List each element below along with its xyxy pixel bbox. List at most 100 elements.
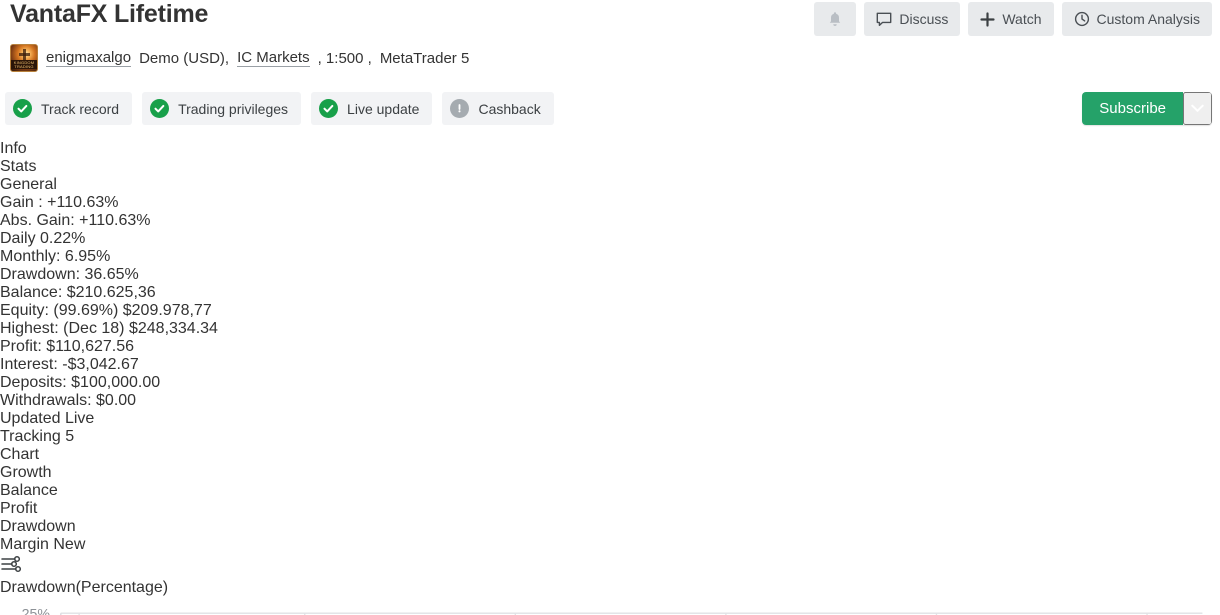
sidebar-tab-info[interactable]: Info <box>0 140 1220 158</box>
notifications-button[interactable] <box>814 2 857 36</box>
stat-value: $100,000.00 <box>71 374 161 391</box>
stat-value: +110.63% <box>79 212 151 229</box>
plus-icon <box>980 11 995 27</box>
exclamation-icon <box>450 99 470 118</box>
stat-value: $248,334.34 <box>128 320 218 337</box>
tab-growth[interactable]: Growth <box>0 464 1220 482</box>
stat-row-equity: Equity: (99.69%) $209.978,77 <box>0 302 1220 320</box>
stat-value-group: (Dec 18) $248,334.34 <box>63 320 218 337</box>
status-badge-trading-privileges[interactable]: Trading privileges <box>142 92 302 125</box>
stat-key: Equity: <box>0 302 49 319</box>
watch-button[interactable]: Watch <box>968 2 1054 36</box>
subscribe-button[interactable]: Subscribe <box>1082 92 1183 125</box>
chart-panel: Chart Growth Balance Profit Drawdown Mar… <box>0 446 1220 615</box>
discuss-label: Discuss <box>899 11 949 27</box>
bell-icon <box>827 11 843 28</box>
clock-icon <box>1074 11 1090 27</box>
stat-key[interactable]: Daily <box>0 230 36 247</box>
main-content: Info Stats General Gain : +110.63% Abs. … <box>0 140 1220 615</box>
sidebar-tab-stats[interactable]: Stats <box>0 158 1220 176</box>
chart-area: 0%5%10%15%20%25%Apr 02, '24Jul 24, '24Se… <box>0 597 1220 615</box>
stat-row-profit: Profit: $110,627.56 <box>0 338 1220 356</box>
new-badge: New <box>53 536 86 553</box>
stat-row-withdrawals: Withdrawals: $0.00 <box>0 392 1220 410</box>
stat-key: Profit: <box>0 338 42 355</box>
avatar-ribbon-label: KINGDOM TRADING <box>11 60 37 69</box>
chart-settings-button[interactable] <box>0 554 1220 579</box>
status-badge-track-record[interactable]: Track record <box>5 92 133 125</box>
chart-tabs: Chart Growth Balance Profit Drawdown Mar… <box>0 446 1220 579</box>
status-badge-label: Cashback <box>478 100 541 117</box>
stat-row-drawdown: Drawdown: 36.65% <box>0 266 1220 284</box>
stat-value: +110.63% <box>47 194 119 211</box>
stat-value-group: (99.69%) $209.978,77 <box>53 302 211 319</box>
tab-margin-label: Margin <box>0 536 49 553</box>
drawdown-bar-chart[interactable]: 0%5%10%15%20%25%Apr 02, '24Jul 24, '24Se… <box>0 597 1220 615</box>
stat-value: 5 <box>65 428 75 445</box>
stat-key[interactable]: Gain : <box>0 194 43 211</box>
stat-key: Highest: <box>0 320 59 337</box>
stat-row-monthly: Monthly: 6.95% <box>0 248 1220 266</box>
stat-key[interactable]: Monthly: <box>0 248 60 265</box>
check-icon <box>13 99 32 118</box>
stat-row-interest: Interest: -$3,042.67 <box>0 356 1220 374</box>
tab-margin[interactable]: Margin New <box>0 536 1220 554</box>
stat-row-deposits: Deposits: $100,000.00 <box>0 374 1220 392</box>
header-toolbar: Discuss Watch Custom Analysis <box>814 2 1212 36</box>
stat-value: $110,627.56 <box>46 338 135 355</box>
custom-analysis-button[interactable]: Custom Analysis <box>1061 2 1212 36</box>
status-badge-live-update[interactable]: Live update <box>311 92 433 125</box>
stat-value: $209.978,77 <box>122 302 212 319</box>
tab-chart[interactable]: Chart <box>0 446 1220 464</box>
stat-value: $0.00 <box>96 392 137 409</box>
status-badge-label: Trading privileges <box>178 100 289 117</box>
stat-value: -$3,042.67 <box>62 356 139 373</box>
stat-row-daily: Daily 0.22% <box>0 230 1220 248</box>
status-badge-label: Live update <box>347 100 420 117</box>
status-badges: Track record Trading privileges Live upd… <box>5 92 554 125</box>
stat-row-gain: Gain : +110.63% <box>0 194 1220 212</box>
account-platform: MetaTrader 5 <box>379 49 470 67</box>
avatar: KINGDOM TRADING <box>10 44 38 72</box>
page-header: VantaFX Lifetime Discuss Watch Custom An… <box>0 0 1220 140</box>
stat-row-updated: Updated Live <box>0 410 1220 428</box>
stat-row-abs-gain: Abs. Gain: +110.63% <box>0 212 1220 230</box>
svg-text:25%: 25% <box>22 607 51 615</box>
account-broker-link[interactable]: IC Markets <box>237 49 310 67</box>
account-info: KINGDOM TRADING enigmaxalgo Demo (USD), … <box>10 44 469 72</box>
stat-value: $210.625,36 <box>66 284 156 301</box>
subscribe-group: Subscribe <box>1082 92 1212 125</box>
stat-value-prefix: (Dec 18) <box>63 320 125 337</box>
account-leverage: , 1:500 , <box>317 49 372 67</box>
stat-key: Tracking <box>0 428 61 445</box>
page-title: VantaFX Lifetime <box>10 0 209 28</box>
stat-value-prefix: (99.69%) <box>53 302 119 319</box>
status-badge-label: Track record <box>41 100 120 117</box>
stat-value[interactable]: Live <box>65 410 94 427</box>
watch-label: Watch <box>1002 11 1042 27</box>
tab-drawdown[interactable]: Drawdown <box>0 518 1220 536</box>
stats-list: Gain : +110.63% Abs. Gain: +110.63% Dail… <box>0 194 1220 446</box>
stat-key: Updated <box>0 410 61 427</box>
stat-key: Balance: <box>0 284 63 301</box>
comment-icon <box>876 12 892 27</box>
stat-key: Withdrawals: <box>0 392 92 409</box>
check-icon <box>150 99 170 118</box>
subscribe-dropdown-button[interactable] <box>1183 92 1212 125</box>
stat-key[interactable]: Abs. Gain: <box>0 212 75 229</box>
account-username-link[interactable]: enigmaxalgo <box>46 49 132 67</box>
stat-key: Deposits: <box>0 374 67 391</box>
sidebar-tabs: Info Stats General <box>0 140 1220 194</box>
check-icon <box>319 99 339 118</box>
stat-row-tracking: Tracking 5 <box>0 428 1220 446</box>
tab-balance[interactable]: Balance <box>0 482 1220 500</box>
tab-profit[interactable]: Profit <box>0 500 1220 518</box>
discuss-button[interactable]: Discuss <box>864 2 961 36</box>
sliders-icon <box>0 555 22 578</box>
status-badge-cashback[interactable]: Cashback <box>442 92 554 125</box>
stat-value: 0.22% <box>40 230 86 247</box>
sidebar-tab-general[interactable]: General <box>0 176 1220 194</box>
stat-key: Interest: <box>0 356 58 373</box>
chevron-down-icon <box>1191 101 1204 116</box>
stat-key: Drawdown: <box>0 266 81 283</box>
